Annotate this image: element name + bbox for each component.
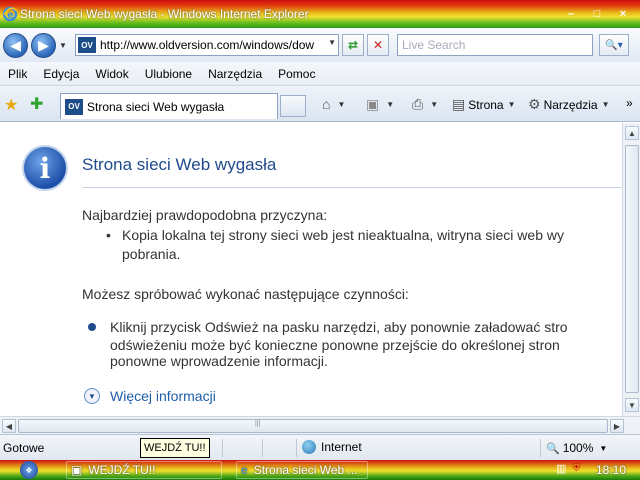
status-divider xyxy=(296,439,297,457)
status-bar: Gotowe WEJDŹ TU!! Internet 🔍 100% ▼ xyxy=(0,434,640,460)
minimize-button[interactable]: – xyxy=(560,6,582,22)
new-tab-button[interactable] xyxy=(280,95,306,117)
tab-label: Strona sieci Web wygasła xyxy=(87,99,225,114)
zoom-level: 100% xyxy=(562,441,594,455)
tab-favicon-icon: OV xyxy=(65,98,83,115)
vertical-scrollbar[interactable]: ▲ ▼ xyxy=(622,123,640,416)
more-commands-button[interactable]: » xyxy=(626,96,633,110)
menu-tools[interactable]: Narzędzia xyxy=(208,67,262,81)
tab-active[interactable]: OV Strona sieci Web wygasła xyxy=(60,93,278,119)
search-icon: 🔍▾ xyxy=(605,39,623,51)
gear-icon: ⚙ xyxy=(528,96,541,112)
menu-help[interactable]: Pomoc xyxy=(278,67,315,81)
maximize-button[interactable]: □ xyxy=(586,6,608,22)
favorites-star-icon[interactable]: ★ xyxy=(4,95,18,115)
bullet-dot-blue xyxy=(88,323,96,331)
tools-menu-button[interactable]: ⚙ Narzędzia ▼ xyxy=(528,96,610,113)
home-button[interactable]: ⌂ ▼ xyxy=(322,96,345,112)
window-controls: – □ × xyxy=(560,6,634,22)
refresh-button[interactable]: ⇄ xyxy=(342,34,364,56)
bullet-dot: • xyxy=(106,227,111,243)
page-content: i Strona sieci Web wygasła Najbardziej p… xyxy=(0,123,622,416)
app-icon: ▣ xyxy=(71,463,83,477)
cause-line-1: Kopia lokalna tej strony sieci web jest … xyxy=(122,227,564,243)
more-info-link[interactable]: Więcej informacji xyxy=(110,388,216,404)
status-divider xyxy=(262,439,263,457)
page-title: Strona sieci Web wygasła xyxy=(82,155,277,174)
arrow-right-icon: ▶ xyxy=(38,36,49,53)
close-button[interactable]: × xyxy=(612,6,634,22)
tab-toolbar: ★ ✚ OV Strona sieci Web wygasła ⌂ ▼ ▣ ▼ ⎙ ▼… xyxy=(0,86,640,122)
history-dropdown[interactable]: ▼ xyxy=(59,41,69,50)
try-line-1: Kliknij przycisk Odśwież na pasku narzęd… xyxy=(110,319,568,335)
search-input[interactable]: Live Search xyxy=(397,34,593,56)
cause-label: Najbardziej prawdopodobna przyczyna: xyxy=(82,207,328,223)
menu-bar: Plik Edycja Widok Ulubione Narzędzia Pom… xyxy=(0,62,640,86)
menu-favorites[interactable]: Ulubione xyxy=(145,67,192,81)
network-icon[interactable]: ▥ xyxy=(556,462,566,475)
try-line-3: ponowne wprowadzenie informacji. xyxy=(110,353,328,369)
refresh-icon: ⇄ xyxy=(347,38,359,52)
back-button[interactable]: ◀ xyxy=(3,32,28,58)
zone-label: Internet xyxy=(321,440,362,454)
home-icon: ⌂ xyxy=(322,96,331,112)
windows-logo-icon: ❖ xyxy=(25,465,33,475)
scroll-grip: ||| xyxy=(255,420,261,427)
menu-edit[interactable]: Edycja xyxy=(43,67,79,81)
taskbar: ❖ ▣ WEJDŹ TU!! e Strona sieci Web ... ▥ … xyxy=(0,460,640,480)
add-favorite-icon[interactable]: ✚ xyxy=(30,94,43,114)
ie-taskbar-icon: e xyxy=(241,463,248,477)
address-toolbar: ◀ ▶ ▼ OV http://www.oldversion.com/windo… xyxy=(0,28,640,62)
address-input[interactable]: http://www.oldversion.com/windows/dow xyxy=(100,38,322,52)
rss-icon: ▣ xyxy=(366,96,380,112)
ie-logo-icon: e xyxy=(2,6,18,22)
scroll-right-arrow[interactable]: ▶ xyxy=(610,419,624,433)
address-dropdown[interactable]: ▼ xyxy=(328,38,336,47)
svg-text:e: e xyxy=(7,10,14,21)
print-button[interactable]: ⎙ ▼ xyxy=(412,96,438,113)
horizontal-scroll-thumb[interactable] xyxy=(18,419,608,433)
stop-button[interactable]: ✕ xyxy=(367,34,389,56)
clock[interactable]: 18:10 xyxy=(596,463,626,477)
shield-icon[interactable]: ⛨ xyxy=(572,462,580,475)
globe-icon xyxy=(302,440,316,454)
feeds-button[interactable]: ▣ ▼ xyxy=(366,96,394,113)
page-menu-button[interactable]: ▤ Strona ▼ xyxy=(452,96,516,113)
info-icon: i xyxy=(22,145,68,191)
tooltip: WEJDŹ TU!! xyxy=(140,438,210,458)
security-zone[interactable]: Internet xyxy=(302,440,362,454)
taskbar-item-2[interactable]: e Strona sieci Web ... xyxy=(236,461,368,479)
address-bar[interactable]: OV http://www.oldversion.com/windows/dow… xyxy=(75,34,339,56)
scroll-left-arrow[interactable]: ◀ xyxy=(2,419,16,433)
zoom-dropdown[interactable]: ▼ xyxy=(599,444,607,453)
forward-button[interactable]: ▶ xyxy=(31,32,56,58)
status-divider xyxy=(540,439,541,457)
try-label: Możesz spróbować wykonać następujące czy… xyxy=(82,286,409,302)
page-icon: ▤ xyxy=(452,96,466,112)
status-divider xyxy=(222,439,223,457)
divider xyxy=(82,187,622,188)
try-line-2: odświeżeniu może być konieczne ponowne p… xyxy=(110,337,560,353)
title-bar: e Strona sieci Web wygasła - Windows Int… xyxy=(0,0,640,28)
status-text: Gotowe xyxy=(3,441,45,455)
start-button[interactable]: ❖ xyxy=(20,461,38,479)
vertical-scroll-thumb[interactable] xyxy=(625,145,639,393)
menu-file[interactable]: Plik xyxy=(8,67,27,81)
system-tray: ▥ ⛨ xyxy=(556,462,581,475)
cause-line-2: pobrania. xyxy=(122,246,181,262)
search-button[interactable]: 🔍▾ xyxy=(599,34,629,56)
zoom-icon: 🔍 xyxy=(546,442,560,455)
site-favicon-icon: OV xyxy=(78,37,96,53)
taskbar-item-1[interactable]: ▣ WEJDŹ TU!! xyxy=(66,461,222,479)
stop-icon: ✕ xyxy=(372,38,384,52)
printer-icon: ⎙ xyxy=(412,96,424,112)
horizontal-scrollbar[interactable]: ◀ ||| ▶ xyxy=(0,416,640,434)
menu-view[interactable]: Widok xyxy=(95,67,128,81)
arrow-left-icon: ◀ xyxy=(10,36,21,53)
expand-chevron-icon[interactable]: ▼ xyxy=(84,388,100,404)
scroll-up-arrow[interactable]: ▲ xyxy=(625,126,639,140)
zoom-control[interactable]: 🔍 100% ▼ xyxy=(546,441,607,455)
window-title: Strona sieci Web wygasła - Windows Inter… xyxy=(20,7,309,21)
scroll-down-arrow[interactable]: ▼ xyxy=(625,398,639,412)
